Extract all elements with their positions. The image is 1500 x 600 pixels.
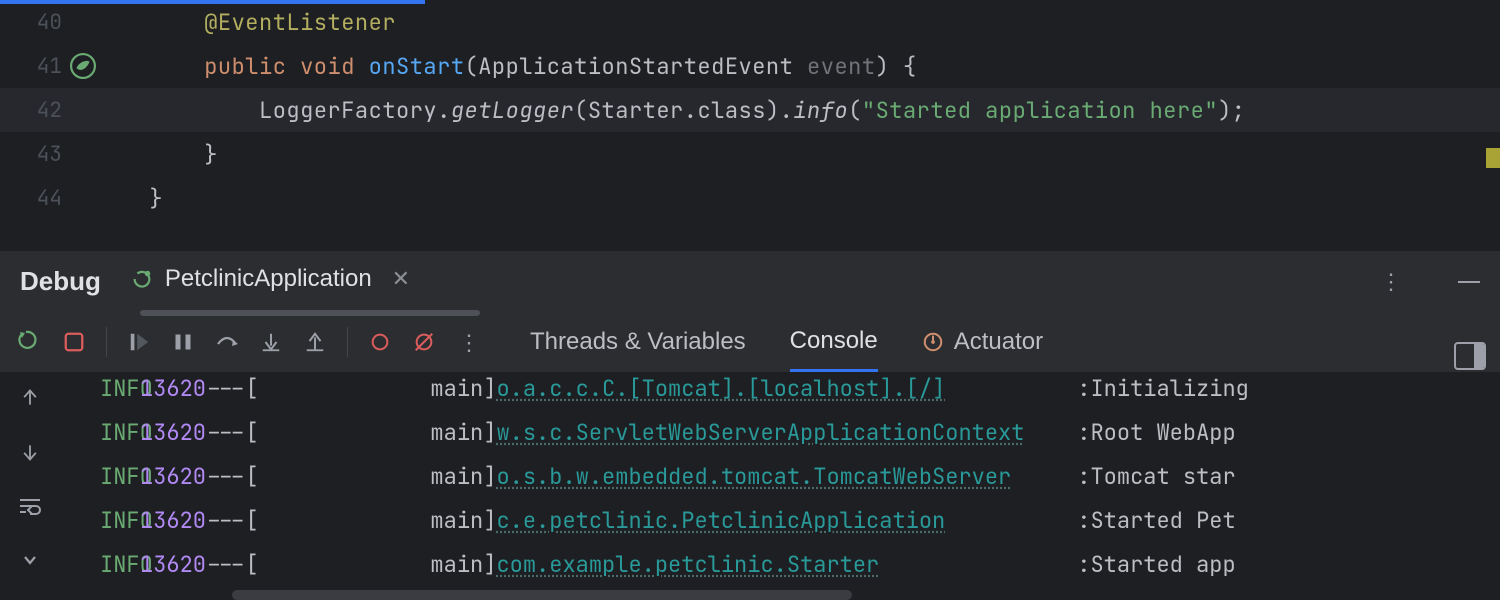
code-text: } — [122, 184, 163, 213]
code-line[interactable]: 40 @EventListener — [0, 0, 1500, 44]
log-dash: --- — [206, 418, 246, 447]
log-thread: [ main] — [246, 506, 497, 535]
code-line[interactable]: 43 } — [0, 132, 1500, 176]
log-message: Root WebApp — [1090, 418, 1235, 447]
log-pid: 13620 — [140, 374, 206, 403]
code-line[interactable]: 41 public void onStart(ApplicationStarte… — [0, 44, 1500, 88]
log-message: Tomcat star — [1090, 462, 1235, 491]
code-line[interactable]: 44 } — [0, 176, 1500, 220]
minimize-icon[interactable] — [1458, 281, 1480, 283]
log-line[interactable]: INFO 13620 --- [ main] o.a.c.c.C.[Tomcat… — [60, 372, 1500, 410]
log-pid: 13620 — [140, 462, 206, 491]
log-pid: 13620 — [140, 550, 206, 579]
log-logger[interactable]: c.e.petclinic.PetclinicApplication — [496, 506, 945, 535]
log-message: Started app — [1090, 550, 1235, 579]
console-output[interactable]: INFO 13620 --- [ main] o.a.c.c.C.[Tomcat… — [60, 372, 1500, 600]
more-options-icon[interactable]: ⋮ — [1380, 267, 1404, 296]
debug-more-icon[interactable]: ⋮ — [458, 328, 482, 357]
code-editor[interactable]: 40 @EventListener 41 public void onStart… — [0, 0, 1500, 250]
divider — [106, 327, 107, 357]
log-pid: 13620 — [140, 506, 206, 535]
editor-marker[interactable] — [1486, 148, 1500, 168]
console-left-rail — [0, 372, 60, 600]
scroll-up-icon[interactable] — [14, 382, 46, 414]
log-level: INFO — [60, 374, 140, 403]
tab-console[interactable]: Console — [790, 312, 878, 372]
log-dash: --- — [206, 374, 246, 403]
step-out-button[interactable] — [299, 326, 331, 358]
log-logger[interactable]: w.s.c.ServletWebServerApplicationContext — [496, 418, 1024, 447]
layout-settings-icon[interactable] — [1454, 342, 1486, 370]
log-line[interactable]: INFO 13620 --- [ main] c.e.petclinic.Pet… — [60, 498, 1500, 542]
code-line-current[interactable]: 42 LoggerFactory.getLogger(Starter.class… — [0, 88, 1500, 132]
log-dash: --- — [206, 550, 246, 579]
console-panel: INFO 13620 --- [ main] o.a.c.c.C.[Tomcat… — [0, 372, 1500, 600]
run-gutter-icon[interactable] — [62, 53, 122, 79]
log-line[interactable]: INFO 13620 --- [ main] w.s.c.ServletWebS… — [60, 410, 1500, 454]
log-thread: [ main] — [246, 462, 497, 491]
mute-breakpoints-button[interactable] — [408, 326, 440, 358]
loading-progress-bar — [0, 0, 425, 4]
log-line[interactable]: INFO 13620 --- [ main] o.s.b.w.embedded.… — [60, 454, 1500, 498]
debug-toolbar: ⋮ Threads & Variables Console Actuator — [0, 312, 1500, 372]
divider — [347, 327, 348, 357]
log-message: Initializing — [1090, 374, 1248, 403]
debug-tool-title: Debug — [20, 266, 101, 297]
line-number: 42 — [0, 97, 62, 124]
debug-tabs: Threads & Variables Console Actuator — [530, 312, 1043, 372]
log-logger[interactable]: o.a.c.c.C.[Tomcat].[localhost].[/] — [496, 374, 945, 403]
step-over-button[interactable] — [211, 326, 243, 358]
tab-threads-variables[interactable]: Threads & Variables — [530, 312, 746, 372]
log-logger[interactable]: o.s.b.w.embedded.tomcat.TomcatWebServer — [496, 462, 1011, 491]
rerun-button[interactable] — [14, 326, 46, 358]
log-level: INFO — [60, 550, 140, 579]
spring-leaf-icon — [70, 53, 96, 79]
code-text: public void onStart(ApplicationStartedEv… — [122, 52, 917, 81]
code-text: @EventListener — [122, 8, 396, 37]
scroll-down-icon[interactable] — [14, 436, 46, 468]
log-level: INFO — [60, 506, 140, 535]
run-config-name: PetclinicApplication — [165, 265, 372, 293]
close-icon[interactable]: ✕ — [392, 266, 410, 292]
log-pid: 13620 — [140, 418, 206, 447]
soft-wrap-icon[interactable] — [14, 490, 46, 522]
log-level: INFO — [60, 462, 140, 491]
horizontal-scrollbar[interactable] — [232, 590, 852, 600]
log-dash: --- — [206, 462, 246, 491]
code-text: } — [122, 140, 218, 169]
log-thread: [ main] — [246, 550, 497, 579]
tab-actuator[interactable]: Actuator — [922, 312, 1043, 372]
line-number: 43 — [0, 141, 62, 168]
pause-button[interactable] — [167, 326, 199, 358]
log-logger[interactable]: com.example.petclinic.Starter — [496, 550, 879, 579]
log-dash: --- — [206, 506, 246, 535]
run-config-tab[interactable]: PetclinicApplication ✕ — [131, 265, 410, 299]
resume-button[interactable] — [123, 326, 155, 358]
line-number: 41 — [0, 53, 62, 80]
rerun-spring-icon — [131, 268, 153, 290]
log-line[interactable]: INFO 13620 --- [ main] com.example.petcl… — [60, 542, 1500, 586]
log-thread: [ main] — [246, 374, 497, 403]
stop-button[interactable] — [58, 326, 90, 358]
expand-icon[interactable] — [14, 544, 46, 576]
log-message: Started Pet — [1090, 506, 1235, 535]
code-text: LoggerFactory.getLogger(Starter.class).i… — [122, 96, 1245, 125]
line-number: 44 — [0, 185, 62, 212]
log-thread: [ main] — [246, 418, 497, 447]
line-number: 40 — [0, 9, 62, 36]
debug-tool-header: Debug PetclinicApplication ✕ ⋮ — [0, 250, 1500, 312]
log-level: INFO — [60, 418, 140, 447]
actuator-icon — [922, 331, 944, 353]
step-into-button[interactable] — [255, 326, 287, 358]
tab-scrollbar[interactable] — [140, 310, 480, 316]
view-breakpoints-button[interactable] — [364, 326, 396, 358]
